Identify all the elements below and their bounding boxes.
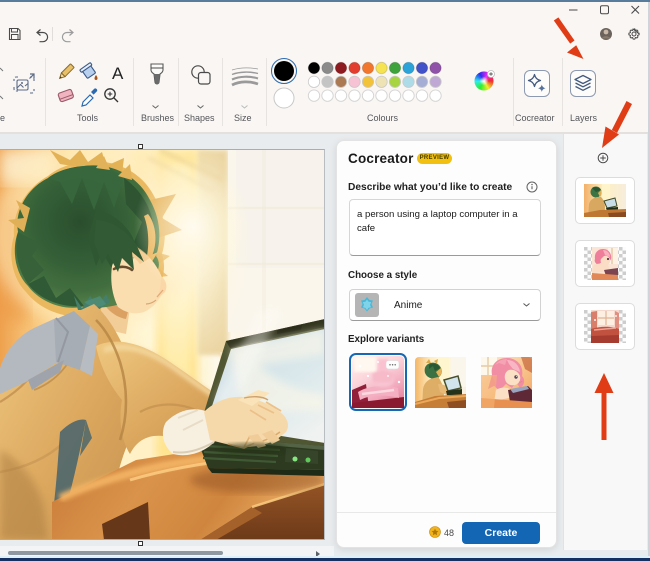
svg-text:A: A [112, 64, 124, 83]
